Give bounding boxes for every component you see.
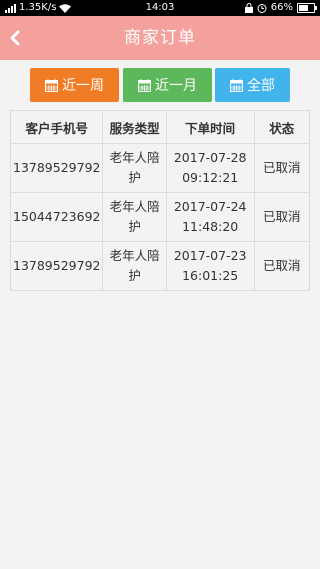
service-line: 护 <box>128 170 141 185</box>
filter-all-label: 全部 <box>247 78 275 94</box>
cell-status: 已取消 <box>253 241 310 291</box>
table-row[interactable]: 13789529792 老年人陪护 2017-07-23 16:01:25 已取消 <box>9 241 310 291</box>
cell-status: 已取消 <box>253 143 310 193</box>
table-header-row: 客户手机号 服务类型 下单时间 状态 <box>9 110 310 144</box>
calendar-icon <box>45 78 58 92</box>
filter-month-label: 近一月 <box>155 78 197 94</box>
header-order-time: 下单时间 <box>165 110 255 144</box>
cell-order-time: 2017-07-23 16:01:25 <box>165 241 255 291</box>
header-status: 状态 <box>253 110 310 144</box>
order-clock: 09:12:21 <box>182 170 239 185</box>
order-clock: 11:48:20 <box>182 219 239 234</box>
service-line: 老年人陪 <box>109 199 160 214</box>
cell-phone: 15044723692 <box>9 192 104 242</box>
table-row[interactable]: 15044723692 老年人陪护 2017-07-24 11:48:20 已取消 <box>9 192 310 242</box>
orders-table: 客户手机号 服务类型 下单时间 状态 13789529792 老年人陪护 201… <box>9 110 310 291</box>
filter-bar: 近一周 近一月 全部 <box>30 68 290 102</box>
service-line: 老年人陪 <box>109 248 160 263</box>
lock-icon <box>244 3 253 13</box>
cell-service: 老年人陪护 <box>102 143 167 193</box>
cell-service: 老年人陪护 <box>102 241 167 291</box>
filter-month-button[interactable]: 近一月 <box>123 68 212 102</box>
battery-icon <box>297 3 317 13</box>
filter-week-label: 近一周 <box>62 78 104 94</box>
service-line: 护 <box>128 268 141 283</box>
order-date: 2017-07-28 <box>173 150 247 165</box>
alarm-icon <box>257 4 267 13</box>
cell-order-time: 2017-07-24 11:48:20 <box>165 192 255 242</box>
order-clock: 16:01:25 <box>182 268 239 283</box>
order-date: 2017-07-24 <box>173 199 247 214</box>
cell-order-time: 2017-07-28 09:12:21 <box>165 143 255 193</box>
cell-service: 老年人陪护 <box>102 192 167 242</box>
cell-phone: 13789529792 <box>9 241 104 291</box>
app-header: 商家订单 <box>0 16 320 60</box>
cell-status: 已取消 <box>253 192 310 242</box>
table-row[interactable]: 13789529792 老年人陪护 2017-07-28 09:12:21 已取消 <box>9 143 310 193</box>
service-line: 老年人陪 <box>109 150 160 165</box>
page-title: 商家订单 <box>124 28 196 48</box>
header-phone: 客户手机号 <box>9 110 104 144</box>
calendar-icon <box>138 78 151 92</box>
header-service: 服务类型 <box>102 110 167 144</box>
battery-percent: 66% <box>270 2 293 13</box>
filter-week-button[interactable]: 近一周 <box>30 68 119 102</box>
order-date: 2017-07-23 <box>173 248 247 263</box>
status-bar: 1.35K/s 14:03 66% <box>0 0 320 16</box>
calendar-icon <box>230 78 243 92</box>
filter-all-button[interactable]: 全部 <box>215 68 290 102</box>
service-line: 护 <box>128 219 141 234</box>
cell-phone: 13789529792 <box>9 143 104 193</box>
